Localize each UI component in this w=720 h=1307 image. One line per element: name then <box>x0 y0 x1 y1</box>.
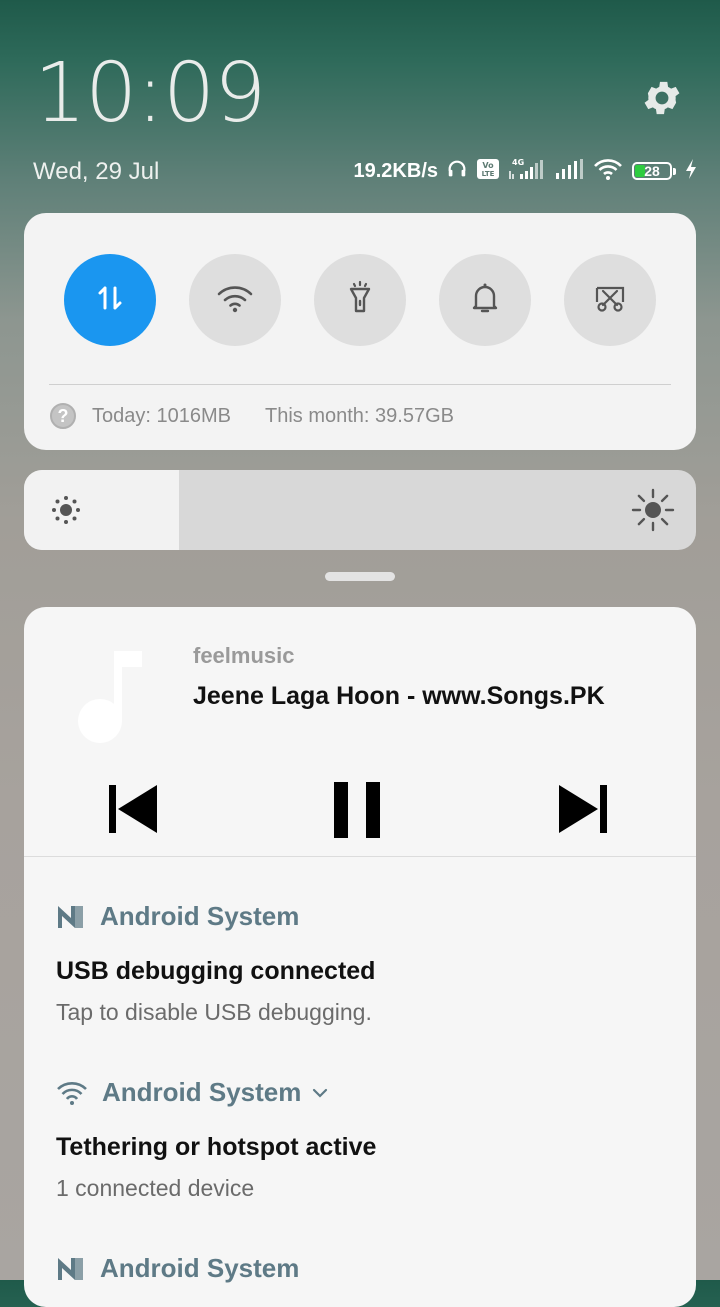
android-system-icon <box>56 1256 86 1282</box>
next-track-button[interactable] <box>556 782 610 841</box>
pause-button[interactable] <box>331 782 385 843</box>
brightness-slider[interactable] <box>24 470 696 550</box>
battery-level: 28 <box>644 163 660 179</box>
notification-title[interactable]: Tethering or hotspot active <box>56 1133 376 1162</box>
brightness-high-icon <box>630 487 676 538</box>
skip-next-icon <box>556 785 610 840</box>
flashlight-icon <box>342 280 378 321</box>
network-speed: 19.2KB/s <box>353 159 439 182</box>
music-note-icon <box>74 647 146 748</box>
hotspot-wifi-icon <box>56 1080 88 1106</box>
brightness-low-icon <box>48 492 84 533</box>
notification-text[interactable]: 1 connected device <box>56 1175 254 1202</box>
pause-icon <box>331 782 385 842</box>
notification-header[interactable]: Android System <box>56 1077 329 1108</box>
toggle-mobile-data[interactable] <box>64 254 156 346</box>
notification-title[interactable]: USB debugging connected <box>56 957 375 986</box>
svg-text:LTE: LTE <box>482 170 495 178</box>
svg-text:4G: 4G <box>512 158 524 167</box>
wifi-icon <box>215 282 255 319</box>
divider <box>24 856 696 857</box>
signal-icon <box>554 158 584 185</box>
signal-4g-icon: 4G <box>508 157 546 186</box>
notification-app: Android System <box>100 901 300 931</box>
panel-drag-handle[interactable] <box>325 572 395 581</box>
charging-icon <box>684 158 698 185</box>
notification-header[interactable]: Android System <box>56 901 299 932</box>
bell-icon <box>468 280 502 321</box>
media-app-name: feelmusic <box>193 643 295 668</box>
toggle-wifi[interactable] <box>189 254 281 346</box>
divider <box>49 384 671 385</box>
settings-gear-icon[interactable] <box>640 76 684 120</box>
wifi-status-icon <box>592 157 624 186</box>
date[interactable]: Wed, 29 Jul <box>33 158 159 186</box>
notification-list: feelmusic Jeene Laga Hoon - www.Songs.PK… <box>24 607 696 1307</box>
notification-app: Android System <box>102 1077 302 1107</box>
android-system-icon <box>56 904 86 930</box>
toggle-flashlight[interactable] <box>314 254 406 346</box>
notification-app: Android System <box>100 1253 300 1283</box>
toggle-screenshot[interactable] <box>564 254 656 346</box>
media-title: Jeene Laga Hoon - www.Songs.PK <box>193 682 605 710</box>
notification-header[interactable]: Android System <box>56 1253 299 1284</box>
help-icon: ? <box>50 403 76 429</box>
scissors-icon <box>592 280 628 321</box>
skip-previous-icon <box>106 785 160 840</box>
svg-text:Vo: Vo <box>482 161 494 170</box>
usage-month: This month: 39.57GB <box>264 404 454 427</box>
battery-icon: 28 <box>632 162 676 180</box>
volte-icon: Vo LTE <box>476 158 500 185</box>
quick-settings-panel: ? Today: 1016MB This month: 39.57GB <box>24 213 696 450</box>
data-usage[interactable]: ? Today: 1016MB This month: 39.57GB <box>50 403 454 429</box>
notification-text[interactable]: Tap to disable USB debugging. <box>56 999 372 1026</box>
previous-track-button[interactable] <box>106 782 160 841</box>
chevron-down-icon[interactable] <box>311 1087 329 1099</box>
headset-icon <box>446 158 468 185</box>
status-bar-icons: 19.2KB/s Vo LTE 4G 28 <box>354 156 699 186</box>
toggle-sound[interactable] <box>439 254 531 346</box>
usage-today: Today: 1016MB <box>92 404 231 427</box>
data-arrows-icon <box>92 280 128 321</box>
clock[interactable]: 10:09 <box>34 46 266 141</box>
